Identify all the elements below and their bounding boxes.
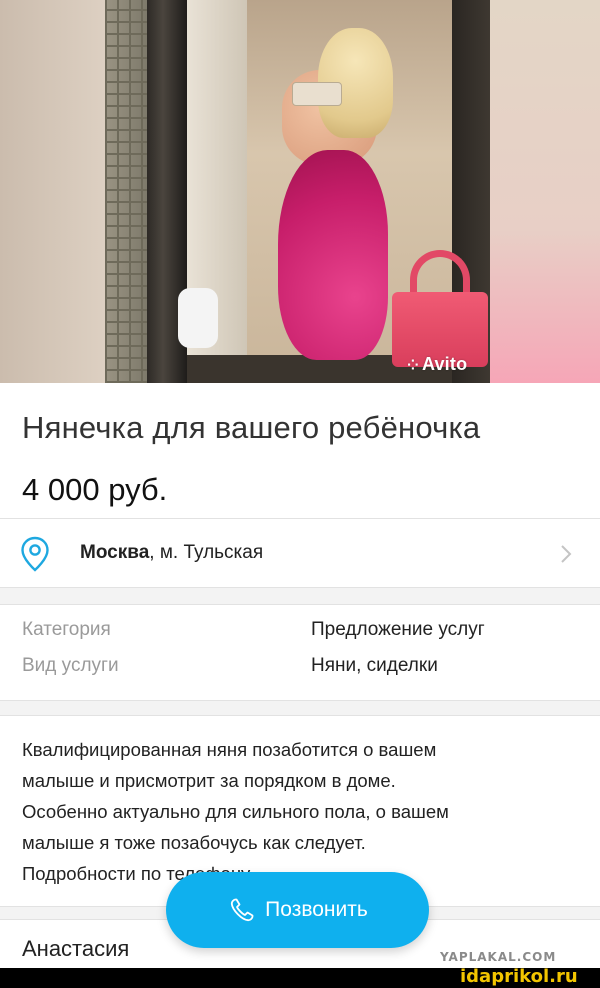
description-line: Квалифицированная няня позаботится о ваш… <box>22 739 437 760</box>
listing-title: Нянечка для вашего ребёночка <box>22 410 481 445</box>
chevron-right-icon <box>561 545 572 563</box>
property-row: Вид услуги Няни, сиделки <box>0 655 600 689</box>
property-value: Предложение услуг <box>311 619 485 640</box>
avito-dots-icon: ⁘ <box>407 357 419 373</box>
listing-description: Квалифицированная няня позаботится о ваш… <box>22 734 582 889</box>
property-label: Вид услуги <box>22 655 119 676</box>
photo-phone <box>292 82 342 106</box>
location-pin-icon <box>21 536 49 572</box>
description-line: Особенно актуально для сильного пола, о … <box>22 801 449 822</box>
photo-person-dress <box>278 150 388 360</box>
location-city: Москва <box>80 542 150 563</box>
idaprikol-watermark: idaprikol.ru <box>460 966 578 987</box>
properties-list: Категория Предложение услуг Вид услуги Н… <box>0 605 600 700</box>
phone-icon <box>231 898 254 922</box>
location-text: Москва, м. Тульская <box>80 542 263 564</box>
photo-wall-right <box>490 0 600 383</box>
location-metro: , м. Тульская <box>149 542 264 563</box>
location-row[interactable]: Москва, м. Тульская <box>0 519 600 587</box>
seller-name[interactable]: Анастасия <box>22 936 129 962</box>
listing-price: 4 000 руб. <box>22 472 168 507</box>
description-line: малыше я тоже позабочусь как следует. <box>22 832 366 853</box>
listing-photo[interactable]: ⁘ Avito <box>0 0 600 383</box>
property-value: Няни, сиделки <box>311 655 438 676</box>
property-row: Категория Предложение услуг <box>0 619 600 653</box>
property-label: Категория <box>22 619 111 640</box>
photo-tiles <box>105 0 147 383</box>
avito-watermark-text: Avito <box>421 354 468 374</box>
section-gap <box>0 700 600 716</box>
section-gap <box>0 587 600 605</box>
description-line: малыше и присмотрит за порядком в доме. <box>22 770 396 791</box>
call-button[interactable]: Позвонить <box>166 872 429 948</box>
photo-wall <box>0 0 105 383</box>
avito-watermark: ⁘ Avito <box>407 354 467 375</box>
call-button-label: Позвонить <box>265 898 368 921</box>
photo-hairdryer <box>178 288 218 348</box>
yaplakal-watermark: YAPLAKAL.COM <box>440 950 557 964</box>
